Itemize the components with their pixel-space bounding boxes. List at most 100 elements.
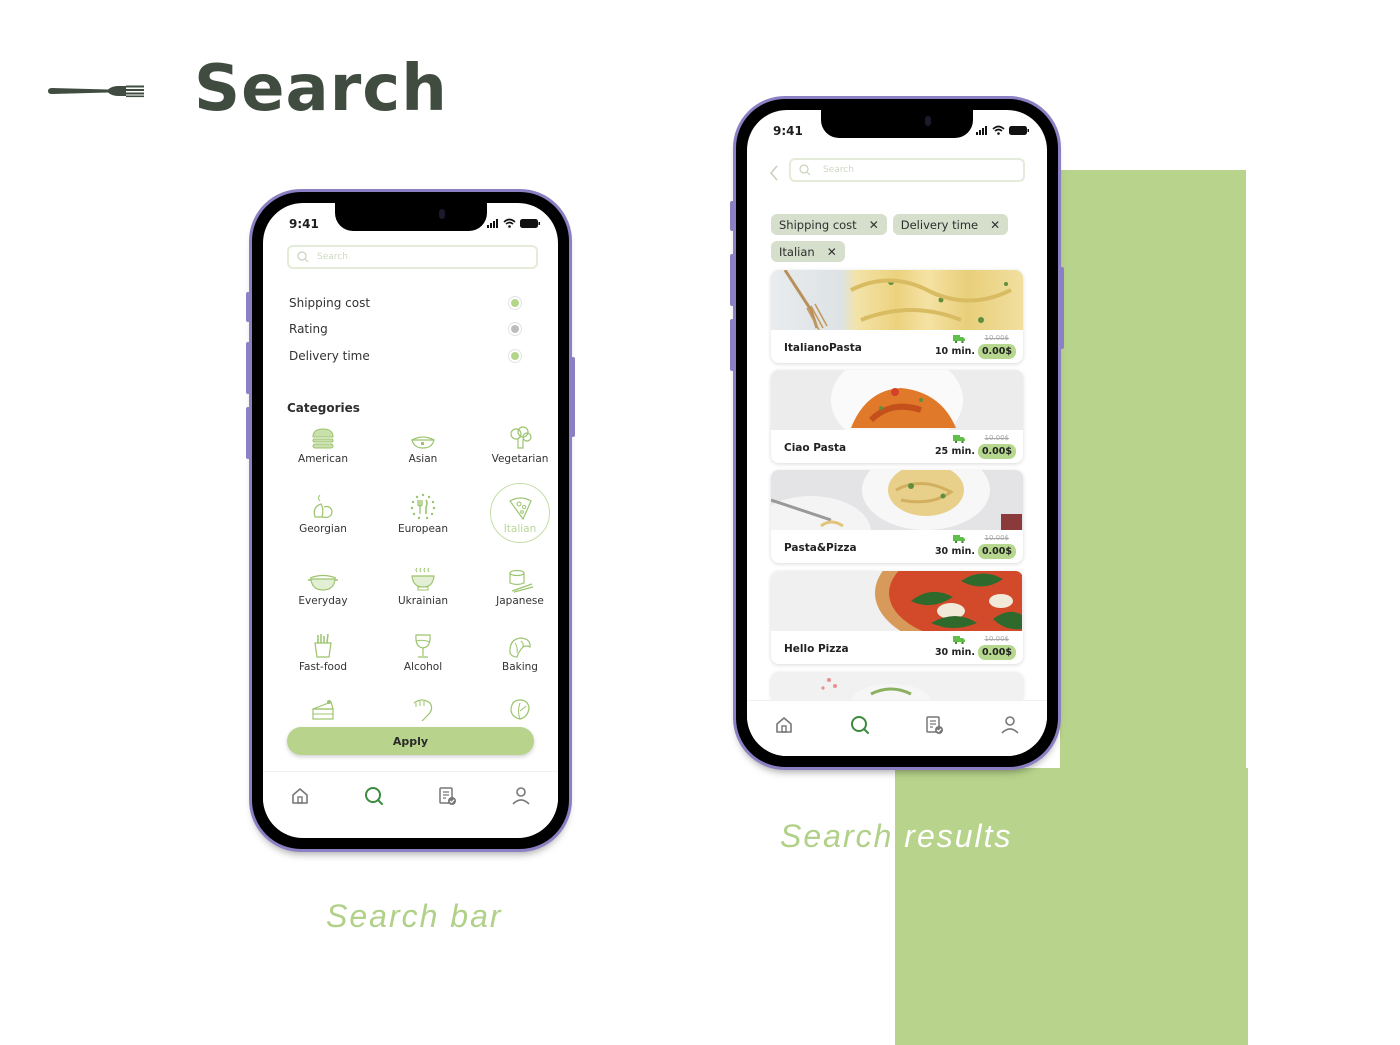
restaurant-image-pizza <box>771 571 1023 631</box>
filter-delivery-time[interactable]: Delivery time <box>289 346 532 366</box>
search-icon <box>799 164 811 176</box>
chip-italian[interactable]: Italian ✕ <box>771 241 845 262</box>
profile-icon <box>512 786 530 805</box>
search-input[interactable]: Search <box>789 158 1025 182</box>
original-price: 10.00$ <box>984 635 1010 643</box>
category-asian[interactable]: Asian <box>373 425 473 465</box>
radio-selected[interactable] <box>508 349 522 363</box>
radio-unselected[interactable] <box>508 322 522 336</box>
search-icon <box>364 786 383 805</box>
apply-button[interactable]: Apply <box>287 727 534 755</box>
chip-label: Shipping cost <box>779 217 857 232</box>
close-icon[interactable]: ✕ <box>869 218 879 232</box>
category-fast-food[interactable]: Fast-food <box>273 633 373 673</box>
category-everyday[interactable]: Everyday <box>273 567 373 607</box>
restaurant-card[interactable]: Pasta&Pizza 10.00$ 30 min. 0.00$ <box>771 470 1023 563</box>
filter-label: Shipping cost <box>289 296 371 310</box>
category-japanese[interactable]: Japanese <box>470 567 558 607</box>
shipping-price-badge: 0.00$ <box>977 444 1016 459</box>
tab-orders[interactable] <box>925 715 945 739</box>
chip-shipping-cost[interactable]: Shipping cost ✕ <box>771 214 887 235</box>
tab-home[interactable] <box>290 786 310 810</box>
wifi-icon <box>992 125 1005 135</box>
tab-profile[interactable] <box>511 786 531 810</box>
category-label: Georgian <box>299 523 347 535</box>
category-label: Alcohol <box>403 661 443 673</box>
category-alcohol[interactable]: Alcohol <box>373 633 473 673</box>
shipping-price-badge: 0.00$ <box>977 344 1016 359</box>
filter-shipping-cost[interactable]: Shipping cost <box>289 293 532 313</box>
filter-rating[interactable]: Rating <box>289 319 532 339</box>
sushi-icon <box>509 569 534 593</box>
filter-label: Delivery time <box>289 349 370 363</box>
restaurant-card[interactable]: Hello Pizza 10.00$ 30 min. 0.00$ <box>771 571 1023 664</box>
phone-side-button <box>1060 267 1064 349</box>
phone-side-button <box>246 342 250 394</box>
category-vegetarian[interactable]: Vegetarian <box>470 425 558 465</box>
phone-search-results: 9:41 Search Shipping cost ✕ Delivery tim… <box>730 96 1064 770</box>
decor-green-block <box>1060 170 1246 780</box>
phone-search-filters: 9:41 Search Shipping cost Rating Deliver… <box>246 189 575 852</box>
tab-search[interactable] <box>849 714 871 740</box>
phone-side-button <box>571 357 575 437</box>
restaurant-image-shrimp-pasta <box>771 370 1023 430</box>
category-georgian[interactable]: Georgian <box>273 494 373 535</box>
bowl-icon <box>411 436 435 449</box>
shipping-price-badge: 0.00$ <box>977 544 1016 559</box>
delivery-truck-icon <box>953 636 965 644</box>
delivery-truck-icon <box>953 335 965 343</box>
status-time: 9:41 <box>773 124 803 138</box>
status-time: 9:41 <box>289 217 319 231</box>
category-ukrainian[interactable]: Ukrainian <box>373 567 473 607</box>
category-label: European <box>397 523 448 535</box>
food-photo-decor <box>831 370 963 430</box>
category-seafood[interactable] <box>373 695 473 721</box>
category-desserts[interactable] <box>273 695 373 721</box>
restaurant-card-partial[interactable] <box>771 672 1023 702</box>
search-placeholder: Search <box>823 165 854 175</box>
tab-home[interactable] <box>774 715 794 739</box>
chip-delivery-time[interactable]: Delivery time ✕ <box>892 214 1009 235</box>
restaurant-card[interactable]: ItalianoPasta 10.00$ 10 min. 0.00$ <box>771 270 1023 363</box>
tab-search[interactable] <box>363 785 385 811</box>
search-input[interactable]: Search <box>287 245 538 269</box>
category-european[interactable]: European <box>373 493 473 535</box>
shrimp-icon <box>413 699 433 721</box>
phone-side-button <box>730 319 734 371</box>
food-photo-decor <box>783 270 1012 330</box>
cake-icon <box>312 700 334 720</box>
original-price: 10.00$ <box>984 334 1010 342</box>
filter-label: Rating <box>289 322 328 336</box>
back-chevron-icon[interactable] <box>769 164 779 182</box>
croissant-icon <box>509 637 531 658</box>
europe-cutlery-icon <box>410 493 436 520</box>
shipping-price-badge: 0.00$ <box>977 645 1016 660</box>
tab-profile[interactable] <box>1000 715 1020 739</box>
close-icon[interactable]: ✕ <box>990 218 1000 232</box>
category-baking[interactable]: Baking <box>470 633 558 673</box>
category-salads[interactable] <box>470 695 558 721</box>
category-italian[interactable]: Italian <box>470 483 558 543</box>
active-filter-chips: Shipping cost ✕ Delivery time ✕ Italian … <box>771 214 1027 262</box>
restaurant-card[interactable]: Ciao Pasta 10.00$ 25 min. 0.00$ <box>771 370 1023 463</box>
home-icon <box>291 787 308 804</box>
category-label: Baking <box>502 661 538 673</box>
phone-side-button <box>246 407 250 459</box>
delivery-truck-icon <box>953 435 965 443</box>
category-american[interactable]: American <box>273 425 373 465</box>
wine-glass-icon <box>415 634 431 658</box>
category-label: Ukrainian <box>397 595 449 607</box>
category-label: Japanese <box>496 595 544 607</box>
caption-search-results: Search results <box>780 818 1013 855</box>
close-icon[interactable]: ✕ <box>827 245 837 259</box>
tab-orders[interactable] <box>438 786 458 810</box>
radio-selected[interactable] <box>508 296 522 310</box>
chip-label: Delivery time <box>900 217 979 232</box>
food-photo-decor <box>771 470 1022 530</box>
restaurant-name: Hello Pizza <box>784 643 849 655</box>
status-icons <box>487 218 540 228</box>
decor-green-block-lower <box>895 768 1248 1045</box>
delivery-truck-icon <box>953 535 965 543</box>
delivery-time: 25 min. <box>934 446 975 457</box>
profile-icon <box>1001 715 1019 734</box>
